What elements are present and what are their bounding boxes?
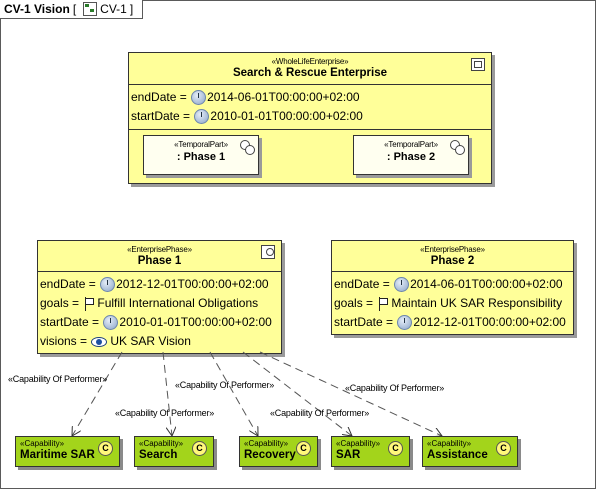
link-search[interactable]: [162, 351, 172, 436]
capability-sar[interactable]: C «Capability» SAR: [331, 436, 410, 467]
capability-icon: C: [496, 441, 511, 456]
link-label: «Capability Of Performer»: [8, 374, 108, 384]
capability-search[interactable]: C «Capability» Search: [134, 436, 214, 467]
link-label: «Capability Of Performer»: [175, 380, 275, 390]
capability-assistance[interactable]: C «Capability» Assistance: [422, 436, 518, 467]
capability-recovery[interactable]: C «Capability» Recovery: [239, 436, 318, 467]
link-label: «Capability Of Performer»: [115, 408, 215, 418]
link-label: «Capability Of Performer»: [270, 408, 370, 418]
link-maritime-sar[interactable]: [72, 351, 123, 436]
capability-icon: C: [296, 441, 311, 456]
capability-icon: C: [388, 441, 403, 456]
link-label: «Capability Of Performer»: [345, 383, 445, 393]
link-recovery[interactable]: [209, 351, 258, 436]
capability-icon: C: [192, 441, 207, 456]
link-sar[interactable]: [242, 351, 352, 436]
capability-maritime-sar[interactable]: C «Capability» Maritime SAR: [15, 436, 120, 467]
capability-icon: C: [98, 441, 113, 456]
link-assistance[interactable]: [259, 351, 442, 436]
